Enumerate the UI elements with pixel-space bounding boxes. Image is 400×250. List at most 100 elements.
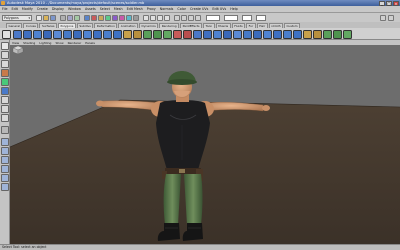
- new-scene-icon[interactable]: [36, 15, 42, 21]
- mask-deformations-icon[interactable]: [112, 15, 118, 21]
- select-component-icon[interactable]: [74, 15, 80, 21]
- panel-menu-renderer[interactable]: Renderer: [68, 41, 82, 45]
- poly-pipe-icon[interactable]: [93, 29, 102, 39]
- cleanup-icon[interactable]: [343, 29, 352, 39]
- mask-dynamics-icon[interactable]: [119, 15, 125, 21]
- menu-window[interactable]: Window: [68, 7, 81, 11]
- menu-create[interactable]: Create: [37, 7, 48, 11]
- menu-normals[interactable]: Normals: [160, 7, 174, 11]
- four-view-layout-icon[interactable]: [1, 147, 9, 155]
- numeric-input-field[interactable]: [242, 15, 252, 21]
- bridge-icon[interactable]: [163, 29, 172, 39]
- combine-icon[interactable]: [123, 29, 132, 39]
- snap-plane-icon[interactable]: [164, 15, 170, 21]
- select-object-icon[interactable]: [67, 15, 73, 21]
- ipr-render-icon[interactable]: [188, 15, 194, 21]
- single-perspective-layout-icon[interactable]: [1, 138, 9, 146]
- hypershade-layout-icon[interactable]: [1, 174, 9, 182]
- last-tool-icon[interactable]: [1, 126, 9, 134]
- triangulate-icon[interactable]: [303, 29, 312, 39]
- menu-set-dropdown[interactable]: Polygons ▾: [2, 15, 32, 21]
- universal-manipulator-icon[interactable]: [1, 96, 9, 104]
- render-settings-icon[interactable]: [195, 15, 201, 21]
- select-hierarchy-icon[interactable]: [60, 15, 66, 21]
- panel-menu-view[interactable]: View: [12, 41, 19, 45]
- show-manipulator-icon[interactable]: [1, 114, 9, 122]
- poly-prism-icon[interactable]: [73, 29, 82, 39]
- close-icon[interactable]: ×: [393, 0, 399, 6]
- mask-curves-icon[interactable]: [98, 15, 104, 21]
- menu-file[interactable]: File: [2, 7, 8, 11]
- merge-vertices-icon[interactable]: [223, 29, 232, 39]
- insert-edge-loop-icon[interactable]: [213, 29, 222, 39]
- poly-soccer-ball-icon[interactable]: [113, 29, 122, 39]
- history-icon[interactable]: [174, 15, 180, 21]
- cylindrical-mapping-icon[interactable]: [243, 29, 252, 39]
- planar-mapping-icon[interactable]: [233, 29, 242, 39]
- quadrangulate-icon[interactable]: [313, 29, 322, 39]
- soft-select-icon[interactable]: [333, 29, 342, 39]
- perspective-viewport[interactable]: [10, 45, 400, 244]
- poly-torus-icon[interactable]: [63, 29, 72, 39]
- menu-create-uvs[interactable]: Create UVs: [190, 7, 208, 11]
- rotate-tool-icon[interactable]: [1, 78, 9, 86]
- channel-box-toggle-icon[interactable]: [388, 15, 394, 21]
- fill-hole-icon[interactable]: [183, 29, 192, 39]
- menu-assets[interactable]: Assets: [85, 7, 96, 11]
- menu-display[interactable]: Display: [52, 7, 64, 11]
- snap-curve-icon[interactable]: [150, 15, 156, 21]
- attribute-editor-toggle-icon[interactable]: [380, 15, 386, 21]
- menu-modify[interactable]: Modify: [22, 7, 33, 11]
- input-line-field[interactable]: [206, 15, 220, 21]
- minimize-icon[interactable]: _: [379, 0, 385, 6]
- menu-edit[interactable]: Edit: [12, 7, 18, 11]
- move-tool-icon[interactable]: [1, 69, 9, 77]
- snap-grid-icon[interactable]: [143, 15, 149, 21]
- persp-outliner-layout-icon[interactable]: [1, 156, 9, 164]
- mirror-geometry-icon[interactable]: [283, 29, 292, 39]
- open-scene-icon[interactable]: [43, 15, 49, 21]
- poly-sphere-icon[interactable]: [13, 29, 22, 39]
- menu-select[interactable]: Select: [100, 7, 110, 11]
- separate-icon[interactable]: [133, 29, 142, 39]
- menu-help[interactable]: Help: [230, 7, 238, 11]
- poly-pyramid-icon[interactable]: [83, 29, 92, 39]
- maximize-icon[interactable]: □: [386, 0, 392, 6]
- panel-menu-lighting[interactable]: Lighting: [39, 41, 51, 45]
- mask-handles-icon[interactable]: [84, 15, 90, 21]
- mask-surfaces-icon[interactable]: [105, 15, 111, 21]
- persp-graph-layout-icon[interactable]: [1, 165, 9, 173]
- render-icon[interactable]: [181, 15, 187, 21]
- view-cube-icon[interactable]: [10, 45, 24, 55]
- uv-editor-icon[interactable]: [273, 29, 282, 39]
- automatic-mapping-icon[interactable]: [263, 29, 272, 39]
- snap-point-icon[interactable]: [157, 15, 163, 21]
- shelf-menu-icon[interactable]: [2, 29, 11, 39]
- spherical-mapping-icon[interactable]: [253, 29, 262, 39]
- custom-layout-icon[interactable]: [1, 183, 9, 191]
- mask-misc-icon[interactable]: [133, 15, 139, 21]
- panel-menu-show[interactable]: Show: [55, 41, 63, 45]
- split-polygon-icon[interactable]: [203, 29, 212, 39]
- panel-menu-panels[interactable]: Panels: [85, 41, 95, 45]
- select-tool-icon[interactable]: [1, 42, 9, 50]
- poly-helix-icon[interactable]: [103, 29, 112, 39]
- poly-cylinder-icon[interactable]: [33, 29, 42, 39]
- rename-field[interactable]: [224, 15, 238, 21]
- menu-mesh[interactable]: Mesh: [114, 7, 123, 11]
- save-scene-icon[interactable]: [50, 15, 56, 21]
- menu-proxy[interactable]: Proxy: [147, 7, 156, 11]
- poly-plane-icon[interactable]: [53, 29, 62, 39]
- bevel-icon[interactable]: [193, 29, 202, 39]
- numeric-input-field-2[interactable]: [256, 15, 266, 21]
- panel-menu-shading[interactable]: Shading: [23, 41, 35, 45]
- soft-modification-icon[interactable]: [1, 105, 9, 113]
- scale-tool-icon[interactable]: [1, 87, 9, 95]
- append-polygon-icon[interactable]: [173, 29, 182, 39]
- smooth-icon[interactable]: [143, 29, 152, 39]
- poly-cube-icon[interactable]: [23, 29, 32, 39]
- reduce-icon[interactable]: [293, 29, 302, 39]
- menu-edit-mesh[interactable]: Edit Mesh: [127, 7, 143, 11]
- poly-cone-icon[interactable]: [43, 29, 52, 39]
- lasso-tool-icon[interactable]: [1, 51, 9, 59]
